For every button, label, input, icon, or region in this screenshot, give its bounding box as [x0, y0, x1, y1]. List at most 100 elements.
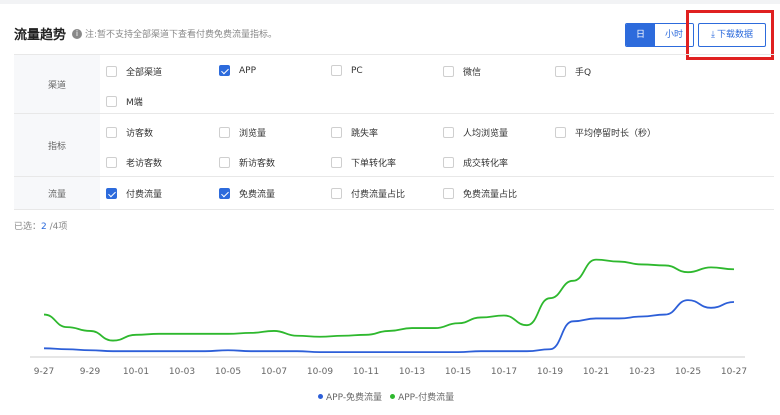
channel-option[interactable]: APP: [219, 65, 256, 76]
selected-suffix: /4项: [46, 222, 68, 232]
x-tick-label: 10-25: [675, 367, 701, 377]
traffic-option[interactable]: 付费流量: [106, 187, 162, 200]
traffic-option[interactable]: 免费流量占比: [443, 187, 517, 200]
channel-option[interactable]: M端: [106, 95, 143, 108]
checkbox[interactable]: [219, 127, 230, 138]
checkbox[interactable]: [106, 96, 117, 107]
traffic-line-chart: 9-27 9-29 10-01 10-03 10-05 10-07 10-09 10-11 10…: [30, 258, 747, 377]
metric-option[interactable]: 成交转化率: [443, 156, 508, 169]
option-label: 免费流量占比: [463, 190, 518, 200]
x-tick-label: 10-11: [353, 367, 379, 377]
channel-label: 渠道: [14, 55, 100, 113]
checkbox[interactable]: [331, 65, 342, 76]
selected-count: 已选：2 /4项: [14, 219, 67, 232]
checkbox[interactable]: [555, 66, 566, 77]
option-label: 下单转化率: [351, 159, 397, 169]
option-label: 平均停留时长（秒）: [575, 129, 657, 139]
metric-option[interactable]: 访客数: [106, 126, 153, 139]
checkbox[interactable]: [106, 66, 117, 77]
x-tick-label: 10-21: [583, 367, 609, 377]
x-tick-label: 10-23: [629, 367, 655, 377]
option-label: 老访客数: [126, 159, 163, 169]
checkbox[interactable]: [219, 188, 230, 199]
x-tick-label: 10-17: [491, 367, 517, 377]
option-label: 付费流量: [126, 190, 163, 200]
metric-label: 指标: [14, 114, 100, 176]
header-note: 注:暂不支持全部渠道下查看付费免费流量指标。: [85, 30, 278, 40]
option-label: 成交转化率: [463, 159, 509, 169]
legend-dot: [318, 394, 323, 399]
checkbox[interactable]: [443, 188, 454, 199]
option-label: PC: [351, 65, 363, 76]
legend-item-free[interactable]: APP-免费流量: [318, 390, 382, 403]
checkbox[interactable]: [331, 188, 342, 199]
channel-option[interactable]: 全部渠道: [106, 65, 162, 78]
legend-item-paid[interactable]: APP-付费流量: [390, 390, 454, 403]
option-label: 免费流量: [239, 190, 276, 200]
option-label: APP: [239, 65, 257, 76]
option-label: M端: [126, 98, 143, 108]
channel-option[interactable]: PC: [331, 65, 363, 76]
legend-dot: [390, 394, 396, 399]
x-tick-label: 10-05: [215, 367, 241, 377]
legend-label: APP-付费流量: [398, 393, 455, 403]
checkbox[interactable]: [331, 127, 342, 138]
option-label: 访客数: [126, 129, 154, 139]
option-label: 全部渠道: [126, 68, 163, 78]
x-tick-label: 10-13: [399, 367, 425, 377]
selected-prefix: 已选：: [14, 222, 42, 232]
series-line-0: [43, 299, 735, 354]
checkbox[interactable]: [443, 66, 454, 77]
metric-option[interactable]: 新访客数: [219, 156, 275, 169]
checkbox[interactable]: [443, 127, 454, 138]
channel-row: 渠道 全部渠道 APP PC 微信 手Q M端: [14, 55, 774, 114]
header: 流量趋势 i 注:暂不支持全部渠道下查看付费免费流量指标。: [14, 24, 277, 43]
checkbox[interactable]: [331, 157, 342, 168]
traffic-label: 流量: [14, 177, 100, 209]
checkbox[interactable]: [443, 157, 454, 168]
x-tick-label: 9-27: [34, 367, 54, 377]
metric-option[interactable]: 平均停留时长（秒）: [555, 126, 656, 139]
metric-option[interactable]: 跳失率: [331, 126, 378, 139]
highlight-box: [686, 10, 774, 60]
x-tick-label: 10-01: [123, 367, 149, 377]
x-tick-label: 10-07: [261, 367, 287, 377]
checkbox[interactable]: [106, 127, 117, 138]
checkbox[interactable]: [555, 127, 566, 138]
metric-option[interactable]: 老访客数: [106, 156, 162, 169]
series-line-1: [43, 258, 735, 342]
legend-label: APP-免费流量: [326, 393, 383, 403]
checkbox[interactable]: [106, 188, 117, 199]
channel-option[interactable]: 微信: [443, 65, 481, 78]
day-toggle-button[interactable]: 日: [626, 24, 656, 46]
metric-option[interactable]: 人均浏览量: [443, 126, 508, 139]
option-label: 手Q: [575, 68, 592, 78]
metric-option[interactable]: 浏览量: [219, 126, 266, 139]
option-label: 微信: [463, 68, 482, 78]
page-title: 流量趋势: [14, 28, 67, 43]
x-tick-label: 10-03: [169, 367, 195, 377]
filter-table: 渠道 全部渠道 APP PC 微信 手Q M端 指标 访客数 浏览量 跳失率 人…: [14, 54, 774, 210]
traffic-option[interactable]: 免费流量: [219, 187, 275, 200]
x-tick-label: 10-27: [721, 367, 747, 377]
metric-option[interactable]: 下单转化率: [331, 156, 396, 169]
traffic-row: 流量 付费流量 免费流量 付费流量占比 免费流量占比: [14, 177, 774, 210]
info-icon[interactable]: i: [72, 28, 83, 39]
option-label: 浏览量: [239, 129, 267, 139]
chart-legend: APP-免费流量 APP-付费流量: [318, 390, 462, 403]
x-tick-label: 10-19: [537, 367, 563, 377]
checkbox[interactable]: [106, 157, 117, 168]
traffic-option[interactable]: 付费流量占比: [331, 187, 405, 200]
option-label: 付费流量占比: [351, 190, 406, 200]
checkbox[interactable]: [219, 65, 230, 76]
option-label: 跳失率: [351, 129, 379, 139]
traffic-trend-panel: 流量趋势 i 注:暂不支持全部渠道下查看付费免费流量指标。 日 小时 ⤓ 下载数据…: [0, 4, 780, 415]
x-tick-label: 9-29: [80, 367, 101, 377]
option-label: 人均浏览量: [463, 129, 509, 139]
x-tick-label: 10-09: [307, 367, 333, 377]
checkbox[interactable]: [219, 157, 230, 168]
granularity-toggle: 日 小时: [625, 23, 695, 47]
metric-row: 指标 访客数 浏览量 跳失率 人均浏览量 平均停留时长（秒） 老访客数 新访客数…: [14, 114, 774, 177]
channel-option[interactable]: 手Q: [555, 65, 591, 78]
x-tick-label: 10-15: [445, 367, 471, 377]
